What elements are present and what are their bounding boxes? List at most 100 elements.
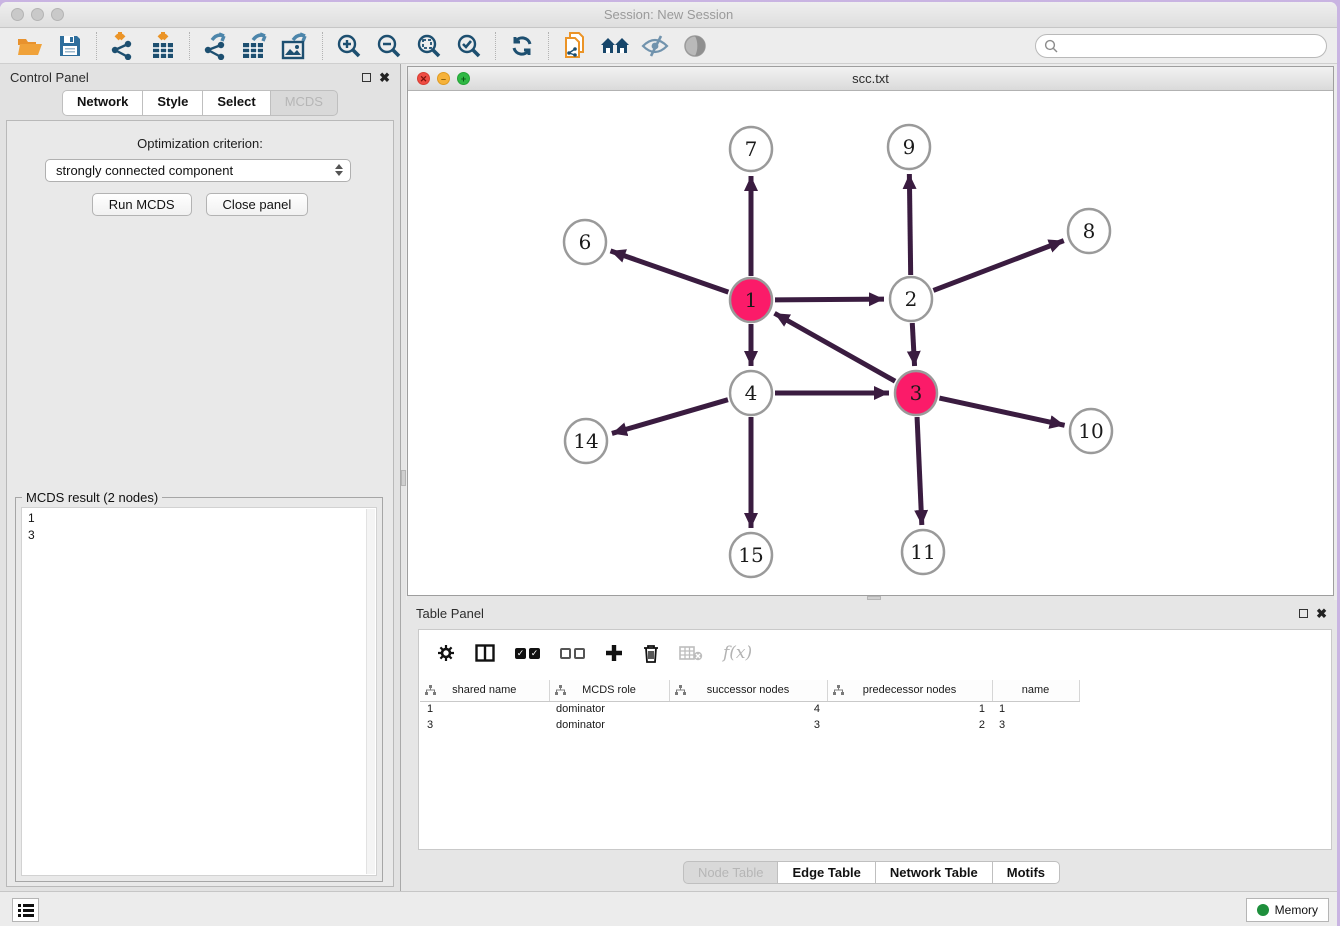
close-panel-icon[interactable]: ✖: [379, 73, 390, 82]
graph-edge-3-1[interactable]: [775, 313, 896, 381]
table-cell[interactable]: 1: [827, 701, 992, 717]
graph-node-1[interactable]: 1: [730, 278, 772, 322]
svg-text:9: 9: [903, 135, 916, 159]
table-cell[interactable]: dominator: [549, 717, 669, 733]
column-header[interactable]: MCDS role: [549, 680, 669, 701]
graph-node-3[interactable]: 3: [895, 371, 937, 415]
table-settings-button[interactable]: [437, 644, 455, 662]
column-header[interactable]: name: [992, 680, 1079, 701]
table-cell[interactable]: 3: [420, 717, 549, 733]
graph-node-4[interactable]: 4: [730, 371, 772, 415]
zoom-selected-icon: [456, 33, 482, 59]
column-header[interactable]: shared name: [420, 680, 549, 701]
network-canvas[interactable]: 7 9 6 8 1 2 4 3 14 10 15 11: [408, 91, 1333, 595]
close-panel-button[interactable]: Close panel: [206, 193, 309, 216]
table-select-all-button[interactable]: ✓ ✓: [515, 648, 540, 659]
graph-node-8[interactable]: 8: [1068, 209, 1110, 253]
zoom-out-button[interactable]: [369, 31, 409, 61]
gear-icon: [437, 644, 455, 662]
table-cell[interactable]: dominator: [549, 701, 669, 717]
table-row[interactable]: 1dominator411: [420, 701, 1079, 717]
graph-edge-1-6[interactable]: [610, 251, 728, 292]
graph-node-2[interactable]: 2: [890, 277, 932, 321]
split-view-icon: [475, 644, 495, 662]
plus-icon: [605, 644, 623, 662]
save-session-button[interactable]: [50, 31, 90, 61]
graph-edge-2-3[interactable]: [912, 323, 914, 366]
function-builder-button[interactable]: f(x): [723, 643, 752, 663]
network-window-titlebar[interactable]: ✕ – + scc.txt: [408, 67, 1333, 91]
tab-select[interactable]: Select: [202, 90, 269, 116]
graph-edge-2-8[interactable]: [933, 241, 1063, 291]
table-add-button[interactable]: [605, 644, 623, 662]
memory-button[interactable]: Memory: [1246, 898, 1329, 922]
graph-node-7[interactable]: 7: [730, 127, 772, 171]
table-toolbar: ✓ ✓: [419, 630, 1331, 676]
graph-edge-4-14[interactable]: [612, 400, 728, 434]
close-table-panel-icon[interactable]: ✖: [1316, 609, 1327, 618]
home-view-button[interactable]: [595, 31, 635, 61]
graph-edge-2-9[interactable]: [909, 174, 910, 275]
tab-motifs[interactable]: Motifs: [992, 861, 1060, 884]
table-split-view-button[interactable]: [475, 644, 495, 662]
hierarchy-icon: [833, 685, 844, 696]
graph-node-14[interactable]: 14: [565, 419, 607, 463]
export-network-button[interactable]: [196, 31, 236, 61]
zoom-in-button[interactable]: [329, 31, 369, 61]
tab-network[interactable]: Network: [62, 90, 142, 116]
mcds-result-area[interactable]: 1 3: [21, 507, 377, 876]
graph-node-10[interactable]: 10: [1070, 409, 1112, 453]
import-network-button[interactable]: [103, 31, 143, 61]
network-graph[interactable]: 7 9 6 8 1 2 4 3 14 10 15 11: [408, 91, 1333, 595]
hierarchy-icon: [675, 685, 686, 696]
table-delete-table-button[interactable]: [679, 645, 703, 661]
title-bar: Session: New Session: [0, 2, 1337, 28]
hide-panel-button[interactable]: [635, 31, 675, 61]
table-delete-button[interactable]: [643, 644, 659, 663]
tab-mcds[interactable]: MCDS: [270, 90, 338, 116]
zoom-selected-button[interactable]: [449, 31, 489, 61]
import-table-button[interactable]: [143, 31, 183, 61]
show-log-button[interactable]: [12, 898, 39, 922]
graph-edge-1-2[interactable]: [775, 299, 884, 300]
zoom-fit-button[interactable]: [409, 31, 449, 61]
table-row[interactable]: 3dominator323: [420, 717, 1079, 733]
refresh-button[interactable]: [502, 31, 542, 61]
search-container: [1035, 34, 1327, 58]
export-table-button[interactable]: [236, 31, 276, 61]
column-header[interactable]: predecessor nodes: [827, 680, 992, 701]
search-input[interactable]: [1035, 34, 1327, 58]
table-cell[interactable]: 1: [420, 701, 549, 717]
graph-node-6[interactable]: 6: [564, 220, 606, 264]
tab-edge-table[interactable]: Edge Table: [777, 861, 874, 884]
export-image-icon: [281, 32, 311, 60]
table-deselect-all-button[interactable]: [560, 648, 585, 659]
result-scrollbar[interactable]: [366, 509, 375, 874]
graph-edge-3-10[interactable]: [939, 398, 1064, 425]
tab-node-table[interactable]: Node Table: [683, 861, 778, 884]
graph-edge-3-11[interactable]: [917, 417, 922, 525]
open-session-button[interactable]: [10, 31, 50, 61]
table-cell[interactable]: 3: [992, 717, 1079, 733]
table-cell[interactable]: 1: [992, 701, 1079, 717]
svg-text:4: 4: [745, 381, 758, 405]
table-cell[interactable]: 3: [669, 717, 827, 733]
optimization-criterion-select[interactable]: strongly connected component: [45, 159, 351, 182]
tab-style[interactable]: Style: [142, 90, 202, 116]
table-cell[interactable]: 2: [827, 717, 992, 733]
column-header[interactable]: successor nodes: [669, 680, 827, 701]
table-cell[interactable]: 4: [669, 701, 827, 717]
graph-node-15[interactable]: 15: [730, 533, 772, 577]
graph-node-9[interactable]: 9: [888, 125, 930, 169]
graph-node-11[interactable]: 11: [902, 530, 944, 574]
tab-network-table[interactable]: Network Table: [875, 861, 992, 884]
hierarchy-icon: [425, 685, 436, 696]
refresh-icon: [510, 34, 534, 58]
network-from-selection-button[interactable]: [555, 31, 595, 61]
float-panel-icon[interactable]: [362, 73, 371, 82]
run-mcds-button[interactable]: Run MCDS: [92, 193, 192, 216]
level-of-detail-button[interactable]: [675, 31, 715, 61]
float-table-panel-icon[interactable]: [1299, 609, 1308, 618]
export-image-button[interactable]: [276, 31, 316, 61]
new-network-from-selection-icon: [562, 32, 588, 60]
